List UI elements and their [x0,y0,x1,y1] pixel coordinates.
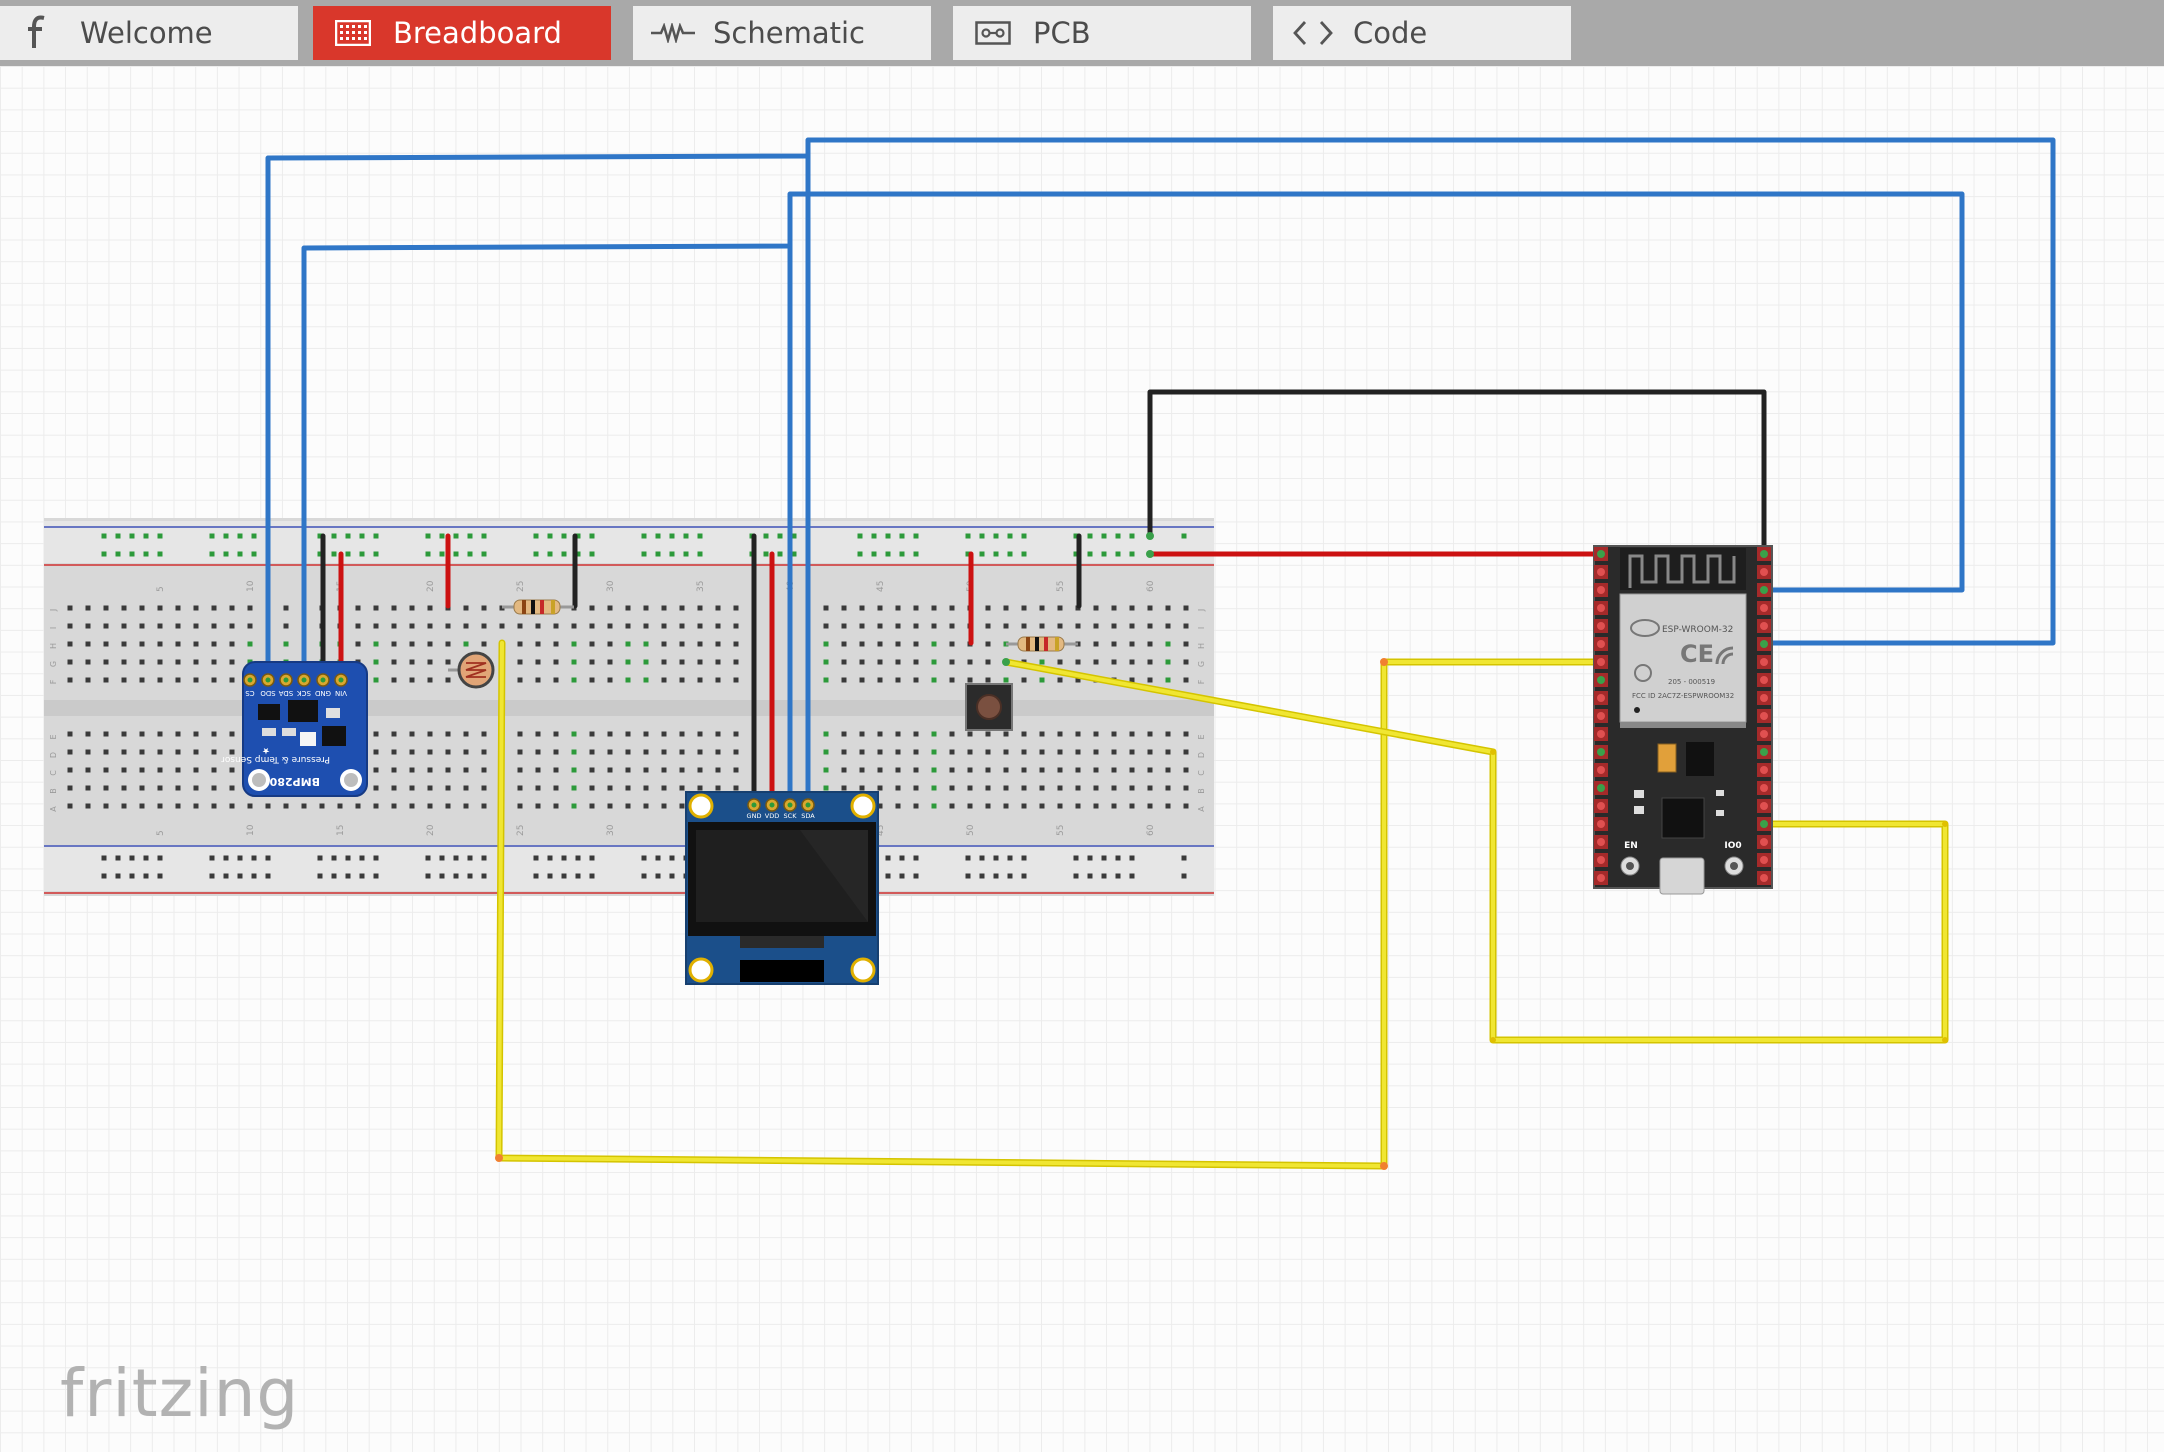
tab-label: Welcome [80,16,213,50]
column-number: 55 [1056,825,1066,836]
tab-label: Breadboard [393,16,562,50]
row-letter: G [49,661,58,667]
row-letter: H [49,643,58,649]
schematic-icon [651,17,695,49]
column-number: 10 [246,824,256,836]
column-number: 50 [966,824,976,836]
tab-bar: Welcome Breadboard Schematic PCB Code [0,0,2164,66]
fritzing-brand-logo: fritzing [60,1355,300,1432]
svg-text:SCK: SCK [297,689,311,697]
bmp280-subtitle: Pressure & Temp Sensor [221,754,330,764]
column-number: 30 [606,824,616,836]
row-letter: B [1197,788,1206,794]
column-number: 5 [156,830,166,836]
row-letter: D [49,752,58,758]
row-letter: E [1197,734,1206,739]
column-number: 20 [426,580,436,592]
breadboard-canvas[interactable]: 5510101515202025253030353540404545505055… [0,66,2164,1452]
svg-text:SCK: SCK [784,812,798,820]
row-letter: A [49,806,58,812]
push-button[interactable] [965,683,1013,731]
column-number: 25 [516,581,526,592]
tab-label: Schematic [713,16,865,50]
usb-port [1659,857,1705,895]
column-number: 60 [1146,824,1156,836]
row-letter: A [1197,806,1206,812]
fritzing-logo-icon [18,15,62,49]
row-letter: C [49,770,58,776]
tab-label: Code [1353,16,1428,50]
tab-breadboard[interactable]: Breadboard [313,6,611,60]
tab-label: PCB [1033,16,1091,50]
column-number: 25 [516,825,526,836]
svg-text:CE: CE [1680,640,1714,668]
row-letter: E [49,734,58,739]
oled-display[interactable]: GND VDD SCK SDA [685,791,879,985]
row-letter: J [49,609,58,612]
svg-text:SDO: SDO [260,689,276,697]
svg-text:ESP-WROOM-32: ESP-WROOM-32 [1662,625,1733,635]
svg-text:FCC ID 2AC7Z-ESPWROOM32: FCC ID 2AC7Z-ESPWROOM32 [1632,692,1734,700]
pcb-icon [971,17,1015,49]
bmp280-name: BMP280 [269,775,320,788]
code-icon [1291,17,1335,49]
svg-text:GND: GND [747,812,762,820]
row-letter: J [1197,609,1206,612]
row-letter: I [49,627,58,629]
row-letter: F [1197,679,1206,684]
svg-text:VDD: VDD [765,812,779,820]
bmp280-star-mark: ★ [262,745,270,755]
row-letter: I [1197,627,1206,629]
row-letter: F [49,679,58,684]
svg-text:GND: GND [315,689,331,697]
column-number: 35 [696,581,706,592]
row-letter: H [1197,643,1206,649]
column-number: 30 [606,580,616,592]
column-number: 60 [1146,580,1156,592]
wire-black[interactable] [1147,389,1767,557]
tab-pcb[interactable]: PCB [953,6,1251,60]
column-number: 15 [336,825,346,836]
row-letter: G [1197,661,1206,667]
row-letter: B [49,788,58,794]
svg-text:VIN: VIN [335,689,347,697]
column-number: 10 [246,580,256,592]
svg-text:CS: CS [245,689,255,697]
tab-schematic[interactable]: Schematic [633,6,931,60]
tab-welcome[interactable]: Welcome [0,6,298,60]
column-number: 45 [876,581,886,592]
esp32-board[interactable]: ESP-WROOM-32 CE 205 - 000519 FCC ID 2AC7… [1593,545,1773,895]
row-letter: D [1197,752,1206,758]
column-number: 20 [426,824,436,836]
tab-code[interactable]: Code [1273,6,1571,60]
svg-text:205 - 000519: 205 - 000519 [1668,678,1715,686]
column-number: 5 [156,586,166,592]
breadboard-icon [331,17,375,49]
row-letter: C [1197,770,1206,776]
breadboard[interactable]: 5510101515202025253030353540404545505055… [44,518,1214,896]
svg-text:SDA: SDA [279,689,294,697]
button-label-en: EN [1624,841,1638,851]
svg-text:SDA: SDA [801,812,815,820]
bmp280-sensor[interactable]: CS SDO SDA SCK GND VIN ★ Pressure & Temp… [221,661,368,797]
button-label-io0: IO0 [1724,841,1741,851]
column-number: 55 [1056,581,1066,592]
